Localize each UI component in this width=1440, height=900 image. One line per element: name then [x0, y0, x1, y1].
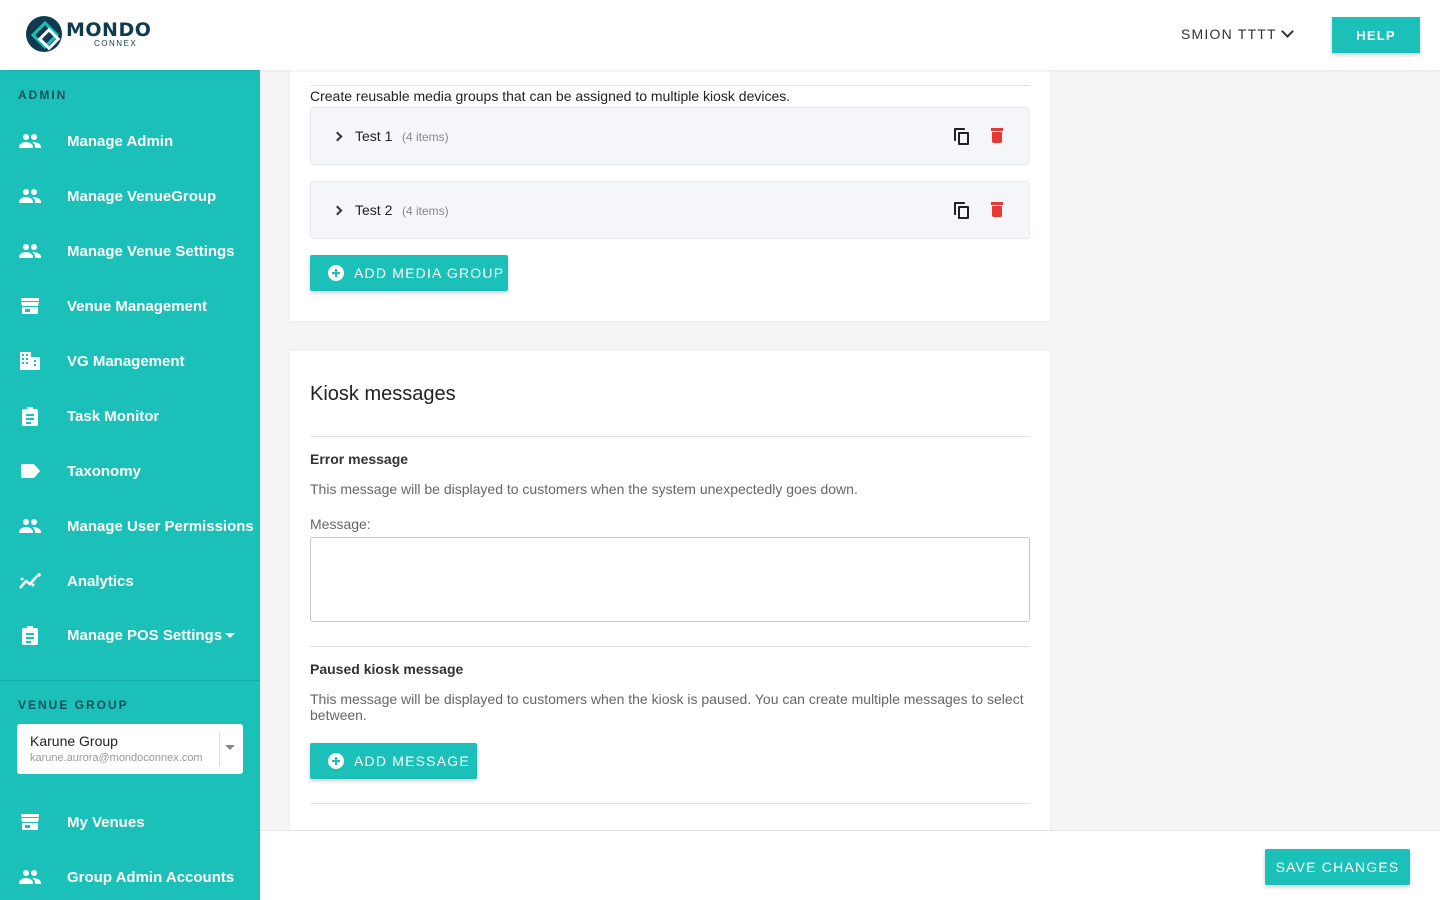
sidebar-item-label: Analytics [67, 572, 134, 590]
user-name: SMION TTTT [1181, 26, 1277, 42]
user-menu[interactable]: SMION TTTT [1181, 25, 1294, 42]
save-changes-button[interactable]: SAVE CHANGES [1265, 849, 1410, 885]
media-groups-card: Create reusable media groups that can be… [290, 70, 1050, 321]
add-circle-icon [328, 753, 344, 769]
add-media-group-label: ADD MEDIA GROUP [354, 265, 505, 281]
media-group-title: Test 2 [355, 202, 393, 218]
sidebar-item-label: Manage Admin [67, 132, 174, 150]
people-icon [19, 866, 41, 888]
message-label: Message: [310, 516, 371, 532]
add-media-group-button[interactable]: ADD MEDIA GROUP [310, 255, 508, 291]
dropdown-arrow-icon [225, 745, 235, 750]
sidebar-item-group-admin-accounts[interactable]: Group Admin Accounts [0, 857, 260, 897]
select-separator [219, 732, 220, 766]
error-message-input[interactable] [310, 537, 1030, 622]
people-icon [19, 185, 41, 207]
building-icon [19, 350, 41, 372]
sidebar-item-manage-venuegroup[interactable]: Manage VenueGroup [0, 176, 260, 216]
clipboard-icon [19, 624, 41, 646]
admin-section-label: ADMIN [18, 88, 68, 102]
logo-subtitle: CONNEX [94, 38, 138, 48]
analytics-icon [19, 570, 41, 592]
paused-message-help: This message will be displayed to custom… [310, 691, 1024, 723]
chevron-right-icon[interactable] [332, 205, 343, 216]
tag-icon [19, 460, 41, 482]
copy-icon[interactable] [954, 202, 970, 220]
footer-bar: SAVE CHANGES [260, 830, 1440, 900]
sidebar-item-manage-admin[interactable]: Manage Admin [0, 121, 260, 161]
help-button[interactable]: HELP [1332, 17, 1420, 53]
people-icon [19, 515, 41, 537]
sidebar-item-manage-pos-settings[interactable]: Manage POS Settings [0, 615, 260, 655]
media-group-count: (4 items) [402, 204, 449, 218]
add-message-button[interactable]: ADD MESSAGE [310, 743, 477, 779]
sidebar: ADMIN Manage Admin Manage VenueGroup Man… [0, 70, 260, 900]
kiosk-messages-card: Kiosk messages Error message This messag… [290, 351, 1050, 831]
sidebar-item-label: Manage POS Settings [67, 626, 223, 644]
sidebar-item-label: Taxonomy [67, 462, 141, 480]
sidebar-item-analytics[interactable]: Analytics [0, 561, 260, 601]
clipboard-icon [19, 405, 41, 427]
delete-icon[interactable] [991, 128, 1003, 144]
error-message-title: Error message [310, 451, 409, 467]
kiosk-messages-title: Kiosk messages [310, 383, 456, 405]
copy-icon[interactable] [954, 128, 970, 146]
sidebar-item-vg-management[interactable]: VG Management [0, 341, 260, 381]
people-icon [19, 130, 41, 152]
venue-group-name: Karune Group [30, 733, 118, 749]
chevron-right-icon[interactable] [332, 131, 343, 142]
divider [310, 803, 1030, 804]
people-icon [19, 240, 41, 262]
media-groups-description: Create reusable media groups that can be… [310, 88, 791, 104]
logo-title: MONDO [66, 18, 152, 41]
sidebar-item-label: Venue Management [67, 297, 208, 315]
sidebar-item-venue-management[interactable]: Venue Management [0, 286, 260, 326]
error-message-help: This message will be displayed to custom… [310, 481, 858, 497]
media-group-title: Test 1 [355, 128, 393, 144]
media-group-row[interactable]: Test 2 (4 items) [310, 181, 1030, 239]
caret-down-icon [225, 632, 235, 638]
chevron-down-icon [1280, 25, 1294, 38]
sidebar-item-my-venues[interactable]: My Venues [0, 802, 260, 842]
media-group-row[interactable]: Test 1 (4 items) [310, 107, 1030, 165]
sidebar-item-manage-venue-settings[interactable]: Manage Venue Settings [0, 231, 260, 271]
venue-group-email: karune.aurora@mondoconnex.com [30, 752, 203, 764]
sidebar-item-label: Manage Venue Settings [67, 242, 235, 260]
store-icon [19, 811, 41, 833]
top-header: MONDO CONNEX SMION TTTT HELP [0, 0, 1440, 70]
sidebar-divider [0, 680, 260, 681]
sidebar-item-label: Manage User Permissions [67, 517, 254, 535]
delete-icon[interactable] [991, 202, 1003, 218]
sidebar-item-label: VG Management [67, 352, 185, 370]
venue-group-section-label: VENUE GROUP [18, 698, 129, 712]
media-group-count: (4 items) [402, 130, 449, 144]
venue-group-select[interactable]: Karune Group karune.aurora@mondoconnex.c… [17, 724, 243, 774]
mondo-connex-logo[interactable]: MONDO CONNEX [26, 16, 151, 52]
divider [310, 646, 1030, 647]
sidebar-item-manage-user-permissions[interactable]: Manage User Permissions [0, 506, 260, 546]
sidebar-item-label: Task Monitor [67, 407, 160, 425]
divider [310, 85, 1030, 86]
store-icon [19, 295, 41, 317]
add-circle-icon [328, 265, 344, 281]
sidebar-item-task-monitor[interactable]: Task Monitor [0, 396, 260, 436]
add-message-label: ADD MESSAGE [354, 753, 470, 769]
sidebar-item-label: My Venues [67, 813, 145, 831]
sidebar-item-taxonomy[interactable]: Taxonomy [0, 451, 260, 491]
paused-message-title: Paused kiosk message [310, 661, 464, 677]
divider [310, 436, 1030, 437]
sidebar-item-label: Group Admin Accounts [67, 868, 235, 886]
sidebar-item-label: Manage VenueGroup [67, 187, 217, 205]
logo-mark-icon [26, 16, 62, 52]
